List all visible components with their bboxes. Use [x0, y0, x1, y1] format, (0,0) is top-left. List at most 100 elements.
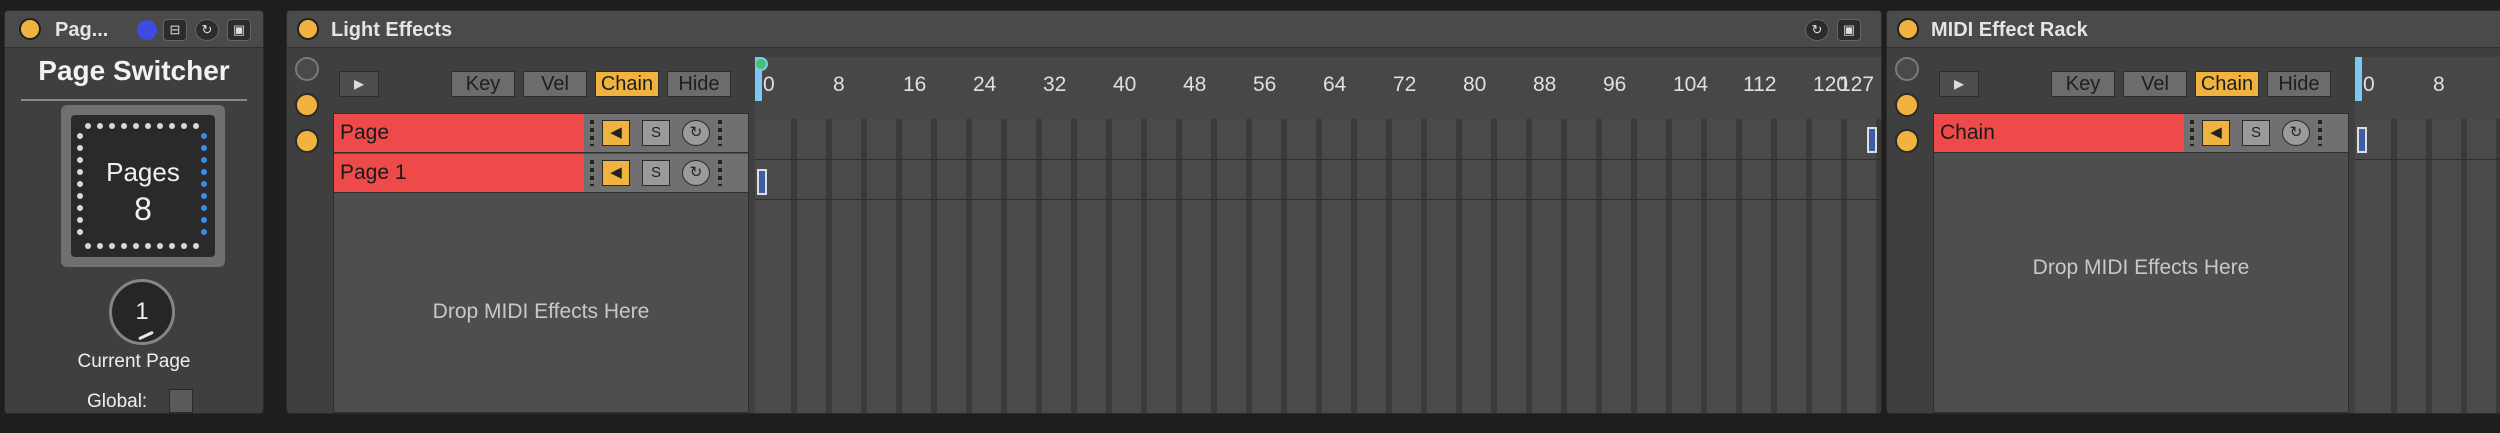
current-page-knob[interactable]: 1 — [109, 279, 175, 345]
macro-icon[interactable] — [1895, 57, 1919, 81]
zone-column — [1281, 119, 1287, 413]
save-icon[interactable]: ▣ — [1837, 19, 1861, 41]
power-icon[interactable] — [1897, 18, 1919, 40]
zone-column — [1876, 119, 1881, 413]
zone-tick-label: 48 — [1183, 73, 1207, 96]
key-button[interactable]: Key — [451, 71, 515, 97]
page-dot — [77, 133, 83, 139]
chain-list-icon[interactable] — [295, 93, 319, 117]
page-dot — [85, 243, 91, 249]
zone-column — [1036, 119, 1042, 413]
speaker-icon[interactable]: ◀ — [2202, 120, 2230, 146]
pages-display[interactable]: Pages 8 — [61, 105, 225, 267]
chain-list[interactable]: Chain ◀ S ↻ Drop MIDI Effects Here — [1933, 113, 2349, 413]
zone-column — [1806, 119, 1812, 413]
zone-tick-label: 112 — [1743, 73, 1777, 96]
zone-column — [1666, 119, 1672, 413]
zone-tick-label: 40 — [1113, 73, 1137, 96]
link-icon[interactable]: ↻ — [682, 160, 710, 186]
page-dot — [85, 123, 91, 129]
zone-tick-label: 80 — [1463, 73, 1487, 96]
power-icon[interactable] — [19, 18, 41, 40]
auto-select-button[interactable]: ▸ — [1939, 71, 1979, 97]
grip-handle[interactable] — [590, 120, 594, 146]
zone-tick-label: 127 — [1839, 73, 1875, 96]
grip-handle[interactable] — [2318, 120, 2322, 146]
chain-button[interactable]: Chain — [2195, 71, 2259, 97]
zone-column — [1106, 119, 1112, 413]
drop-hint: Drop MIDI Effects Here — [432, 300, 650, 323]
chain-select-zone[interactable]: 0 8 16 24 32 40 48 56 64 72 80 88 96 104 112 120 127 — [755, 57, 1881, 413]
zone-column — [1736, 119, 1742, 413]
device-title: MIDI Effect Rack — [1931, 19, 2088, 41]
indicator-dot — [137, 20, 157, 40]
hide-button[interactable]: Hide — [2267, 71, 2331, 97]
device-title: Light Effects — [331, 19, 453, 41]
page-dot — [201, 145, 207, 151]
auto-select-button[interactable]: ▸ — [339, 71, 379, 97]
global-label: Global: — [87, 391, 148, 412]
zone-column — [1561, 119, 1567, 413]
page-dot — [193, 123, 199, 129]
solo-button[interactable]: S — [642, 120, 670, 146]
hide-button[interactable]: Hide — [667, 71, 731, 97]
chain-list[interactable]: Page ◀ S ↻ Page 1 ◀ S ↻ Drop MIDI Effect… — [333, 113, 749, 413]
speaker-icon[interactable]: ◀ — [602, 160, 630, 186]
solo-button[interactable]: S — [642, 160, 670, 186]
grip-handle[interactable] — [718, 120, 722, 146]
loop-icon[interactable]: ↻ — [1805, 19, 1829, 41]
link-icon[interactable]: ↻ — [682, 120, 710, 146]
chain-select-zone[interactable]: 0816 — [2355, 57, 2500, 413]
zone-column — [861, 119, 867, 413]
page-dot — [133, 243, 139, 249]
solo-button[interactable]: S — [2242, 120, 2270, 146]
chain-row[interactable]: Chain ◀ S ↻ — [1934, 114, 2348, 153]
chain-name[interactable]: Chain — [1934, 114, 2184, 152]
map-icon[interactable]: ⊟ — [163, 19, 187, 41]
zone-column — [931, 119, 937, 413]
power-icon[interactable] — [297, 18, 319, 40]
page-dot — [201, 133, 207, 139]
page-dot — [77, 193, 83, 199]
zone-tick-label: 72 — [1393, 73, 1417, 96]
current-page-label: Current Page — [77, 351, 191, 372]
speaker-icon[interactable]: ◀ — [602, 120, 630, 146]
chain-name[interactable]: Page — [334, 114, 584, 152]
zone-column — [791, 119, 797, 413]
chain-button[interactable]: Chain — [595, 71, 659, 97]
macro-icon[interactable] — [295, 57, 319, 81]
page-dot — [201, 193, 207, 199]
zone-tick-label: 32 — [1043, 73, 1067, 96]
link-icon[interactable]: ↻ — [2282, 120, 2310, 146]
key-button[interactable]: Key — [2051, 71, 2115, 97]
grip-handle[interactable] — [590, 160, 594, 186]
zone-column — [1701, 119, 1707, 413]
zone-handle[interactable] — [2357, 127, 2367, 153]
chain-row[interactable]: Page 1 ◀ S ↻ — [334, 154, 748, 193]
loop-icon[interactable]: ↻ — [195, 19, 219, 41]
zone-tick-label: 104 — [1673, 73, 1709, 96]
device-list-icon[interactable] — [295, 129, 319, 153]
chain-row[interactable]: Page ◀ S ↻ — [334, 114, 748, 153]
save-icon[interactable]: ▣ — [227, 19, 251, 41]
page-dot — [77, 169, 83, 175]
grip-handle[interactable] — [718, 160, 722, 186]
page-dot — [145, 123, 151, 129]
zone-handle[interactable] — [1867, 127, 1877, 153]
chain-list-icon[interactable] — [1895, 93, 1919, 117]
zone-tick-label: 96 — [1603, 73, 1627, 96]
grip-handle[interactable] — [2190, 120, 2194, 146]
zone-marker[interactable] — [2355, 57, 2362, 101]
device-list-icon[interactable] — [1895, 129, 1919, 153]
device-title: Pag... — [55, 19, 109, 41]
page-dot — [77, 181, 83, 187]
vel-button[interactable]: Vel — [523, 71, 587, 97]
page-dot — [157, 123, 163, 129]
chain-name[interactable]: Page 1 — [334, 154, 584, 192]
zone-row-divider — [2355, 159, 2500, 160]
global-toggle[interactable] — [169, 389, 193, 413]
zone-handle[interactable] — [757, 169, 767, 195]
zone-column — [2391, 119, 2397, 413]
vel-button[interactable]: Vel — [2123, 71, 2187, 97]
zone-column — [1211, 119, 1217, 413]
